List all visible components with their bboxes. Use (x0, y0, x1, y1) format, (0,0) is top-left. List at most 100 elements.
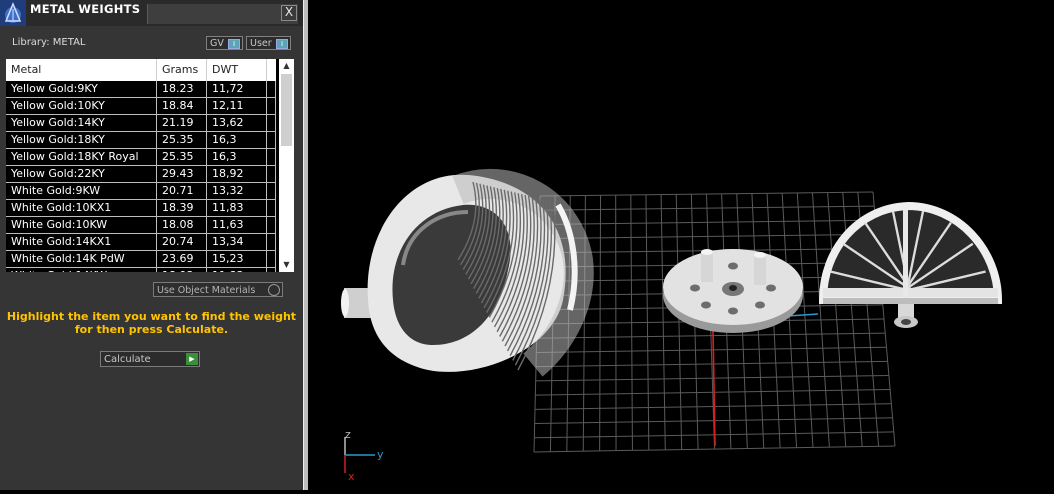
cell-spacer (267, 200, 276, 216)
cell-dwt: 11,63 (207, 217, 267, 233)
cage-model (823, 206, 998, 328)
axis-y-label: y (377, 448, 384, 461)
cell-dwt: 12,11 (207, 98, 267, 114)
table-row[interactable]: White Gold:14KW18.9311,83 (6, 268, 276, 272)
cell-spacer (267, 183, 276, 199)
table-row[interactable]: White Gold:14KX120.7413,34 (6, 234, 276, 251)
disc-model (663, 249, 803, 333)
table-row[interactable]: Yellow Gold:18KY Royal25.3516,3 (6, 149, 276, 166)
gv-toggle[interactable]: GV I (206, 36, 243, 50)
cell-grams: 20.71 (157, 183, 207, 199)
cell-dwt: 13,62 (207, 115, 267, 131)
x-axis-line (713, 330, 715, 446)
panel-title: METAL WEIGHTS (30, 2, 140, 16)
cell-metal: Yellow Gold:18KY (6, 132, 157, 148)
panel-titlebar: METAL WEIGHTS X (0, 0, 303, 26)
cell-grams: 18.08 (157, 217, 207, 233)
table-header: Metal Grams DWT (6, 59, 276, 81)
table-row[interactable]: Yellow Gold:10KY18.8412,11 (6, 98, 276, 115)
scroll-down-icon[interactable]: ▼ (279, 258, 294, 272)
user-toggle-label: User (250, 38, 272, 49)
use-object-materials-checkbox[interactable]: Use Object Materials (153, 282, 283, 297)
cell-grams: 29.43 (157, 166, 207, 182)
table-row[interactable]: White Gold:14K PdW23.6915,23 (6, 251, 276, 268)
metal-weights-panel: METAL WEIGHTS X Library: METAL GV I User… (0, 0, 303, 490)
table-row[interactable]: White Gold:10KW18.0811,63 (6, 217, 276, 234)
cell-spacer (267, 81, 276, 97)
cell-spacer (267, 166, 276, 182)
column-header-dwt[interactable]: DWT (207, 59, 267, 81)
instruction-line-1: Highlight the item you want to find the … (0, 310, 303, 323)
axis-x-label: x (348, 470, 355, 483)
titlebar-strip (147, 4, 298, 24)
table-row[interactable]: Yellow Gold:22KY29.4318,92 (6, 166, 276, 183)
cell-spacer (267, 234, 276, 250)
cell-grams: 20.74 (157, 234, 207, 250)
disc-hole (728, 263, 738, 270)
table-body: Yellow Gold:9KY18.2311,72Yellow Gold:10K… (6, 81, 276, 272)
axis-triad: z y x (345, 428, 384, 483)
play-arrow-icon[interactable]: ▶ (186, 353, 198, 365)
instruction-line-2: for then press Calculate. (0, 323, 303, 336)
cell-spacer (267, 268, 276, 272)
cell-spacer (267, 132, 276, 148)
cell-grams: 18.84 (157, 98, 207, 114)
cell-grams: 25.35 (157, 149, 207, 165)
disc-hole (766, 285, 776, 292)
disc-hole (728, 308, 738, 315)
user-toggle[interactable]: User I (246, 36, 291, 50)
cell-metal: White Gold:14KW (6, 268, 157, 272)
cell-metal: White Gold:10KX1 (6, 200, 157, 216)
library-label: Library: METAL (12, 37, 85, 48)
viewport-scene: z y x (308, 0, 1054, 490)
scroll-up-icon[interactable]: ▲ (279, 59, 294, 73)
table-row[interactable]: Yellow Gold:9KY18.2311,72 (6, 81, 276, 98)
table-row[interactable]: White Gold:9KW20.7113,32 (6, 183, 276, 200)
calculate-dropdown[interactable]: Calculate ▶ (100, 351, 200, 367)
cell-metal: Yellow Gold:22KY (6, 166, 157, 182)
cell-spacer (267, 217, 276, 233)
cell-dwt: 15,23 (207, 251, 267, 267)
cell-dwt: 11,72 (207, 81, 267, 97)
axis-z-label: z (345, 428, 351, 441)
column-header-grams[interactable]: Grams (157, 59, 207, 81)
cell-metal: Yellow Gold:18KY Royal (6, 149, 157, 165)
disc-hole (690, 285, 700, 292)
cell-dwt: 18,92 (207, 166, 267, 182)
cell-metal: Yellow Gold:10KY (6, 98, 157, 114)
cell-dwt: 16,3 (207, 132, 267, 148)
cell-grams: 21.19 (157, 115, 207, 131)
disc-hole (755, 302, 765, 309)
cell-dwt: 13,32 (207, 183, 267, 199)
table-row[interactable]: Yellow Gold:18KY25.3516,3 (6, 132, 276, 149)
cell-metal: White Gold:10KW (6, 217, 157, 233)
cell-metal: White Gold:14KX1 (6, 234, 157, 250)
cell-grams: 18.93 (157, 268, 207, 272)
instruction-text: Highlight the item you want to find the … (0, 310, 303, 336)
cell-grams: 25.35 (157, 132, 207, 148)
table-row[interactable]: Yellow Gold:14KY21.1913,62 (6, 115, 276, 132)
cell-spacer (267, 98, 276, 114)
cell-grams: 18.23 (157, 81, 207, 97)
cell-grams: 18.39 (157, 200, 207, 216)
cell-dwt: 11,83 (207, 268, 267, 272)
gv-toggle-icon: I (228, 39, 240, 49)
column-header-metal[interactable]: Metal (6, 59, 157, 81)
cell-spacer (267, 115, 276, 131)
table-row[interactable]: White Gold:10KX118.3911,83 (6, 200, 276, 217)
scroll-thumb[interactable] (281, 74, 292, 146)
3d-viewport[interactable]: z y x (308, 0, 1054, 490)
close-button[interactable]: X (281, 5, 297, 21)
radio-indicator-icon (268, 284, 280, 296)
cell-dwt: 11,83 (207, 200, 267, 216)
use-object-materials-label: Use Object Materials (157, 285, 255, 296)
calculate-label: Calculate (104, 354, 151, 365)
cell-metal: Yellow Gold:14KY (6, 115, 157, 131)
table-scrollbar[interactable]: ▲ ▼ (279, 59, 294, 272)
metal-table: Metal Grams DWT Yellow Gold:9KY18.2311,7… (6, 59, 294, 272)
cell-grams: 23.69 (157, 251, 207, 267)
disc-hole (701, 302, 711, 309)
app-logo-icon (0, 0, 26, 26)
cell-metal: White Gold:14K PdW (6, 251, 157, 267)
cell-dwt: 13,34 (207, 234, 267, 250)
